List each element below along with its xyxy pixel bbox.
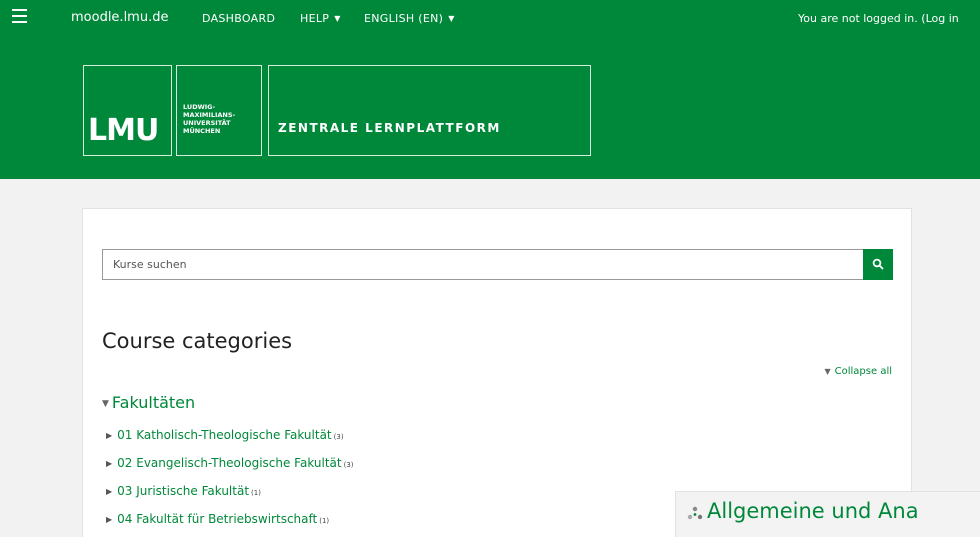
course-count: (3): [343, 461, 354, 469]
language-label: ENGLISH (EN): [364, 12, 444, 25]
lmu-logo-text: LMU: [88, 113, 159, 148]
main-card: Course categories ▼Collapse all ▼Fakultä…: [82, 208, 912, 537]
site-name-link[interactable]: moodle.lmu.de: [71, 10, 168, 25]
subcategory-label: 03 Juristische Fakultät: [117, 484, 250, 498]
university-line: LUDWIG-: [183, 103, 216, 111]
subcategory-label: 01 Katholisch-Theologische Fakultät: [117, 428, 332, 442]
caret-down-icon: ▼: [448, 14, 455, 23]
language-menu[interactable]: ENGLISH (EN) ▼: [364, 12, 455, 25]
course-count: (3): [333, 433, 344, 441]
triangle-right-icon: ▶: [106, 515, 113, 524]
subcategory-item[interactable]: ▶ 01 Katholisch-Theologische Fakultät (3): [106, 428, 344, 442]
category-label: Fakultäten: [111, 393, 196, 412]
course-popup[interactable]: Allgemeine und Ana: [675, 491, 980, 537]
university-line: MAXIMILIANS-: [183, 111, 236, 119]
subcategory-item[interactable]: ▶ 04 Fakultät für Betriebswirtschaft (1): [106, 512, 329, 526]
course-popup-title: Allgemeine und Ana: [707, 499, 919, 523]
platform-title-box[interactable]: ZENTRALE LERNPLATTFORM: [268, 65, 591, 156]
category-fakultaeten[interactable]: ▼ Fakultäten: [102, 393, 195, 412]
triangle-right-icon: ▶: [106, 487, 113, 496]
search-icon: [872, 258, 884, 270]
collapse-all-label: Collapse all: [834, 366, 892, 377]
university-name-box: LUDWIG- MAXIMILIANS- UNIVERSITÄT MÜNCHEN: [176, 65, 262, 156]
caret-down-icon: ▼: [334, 14, 341, 23]
course-logo-icon: [687, 506, 703, 520]
search-button[interactable]: [863, 249, 893, 280]
lmu-logo[interactable]: LMU: [83, 65, 172, 156]
site-banner: LMU LUDWIG- MAXIMILIANS- UNIVERSITÄT MÜN…: [0, 37, 980, 179]
triangle-down-icon: ▼: [824, 367, 831, 376]
help-menu[interactable]: HELP ▼: [300, 12, 341, 25]
course-search-input[interactable]: [102, 249, 864, 280]
subcategory-item[interactable]: ▶ 03 Juristische Fakultät (1): [106, 484, 261, 498]
menu-icon[interactable]: [12, 9, 27, 23]
university-line: MÜNCHEN: [183, 127, 221, 135]
help-label: HELP: [300, 12, 330, 25]
course-count: (1): [251, 489, 261, 497]
dashboard-link[interactable]: DASHBOARD: [202, 12, 275, 25]
top-navbar: moodle.lmu.de DASHBOARD HELP ▼ ENGLISH (E…: [0, 0, 980, 37]
university-line: UNIVERSITÄT: [183, 119, 231, 127]
subcategory-label: 02 Evangelisch-Theologische Fakultät: [117, 456, 342, 470]
subcategory-item[interactable]: ▶ 02 Evangelisch-Theologische Fakultät (3): [106, 456, 354, 470]
subcategory-label: 04 Fakultät für Betriebswirtschaft: [117, 512, 318, 526]
platform-title: ZENTRALE LERNPLATTFORM: [278, 121, 501, 135]
course-count: (1): [319, 517, 330, 525]
page-heading: Course categories: [102, 329, 293, 353]
triangle-right-icon: ▶: [106, 459, 113, 468]
triangle-right-icon: ▶: [106, 431, 113, 440]
triangle-down-icon: ▼: [102, 399, 109, 409]
collapse-all-link[interactable]: ▼ Collapse all: [824, 366, 892, 377]
login-status: You are not logged in. (Log in: [798, 12, 959, 25]
